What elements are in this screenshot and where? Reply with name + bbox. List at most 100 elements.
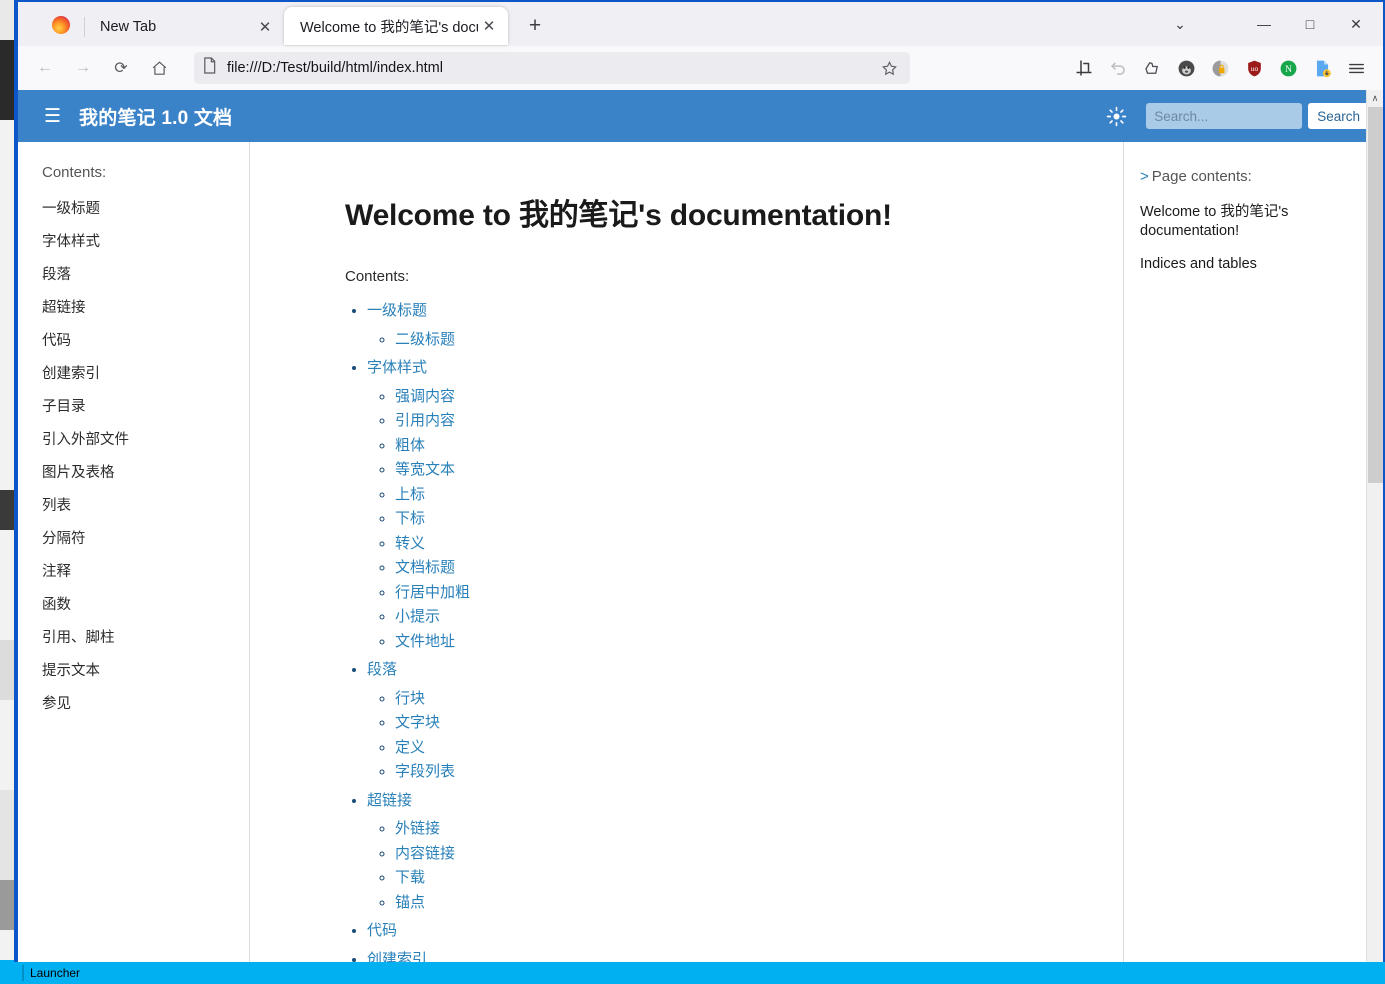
page-scrollbar[interactable]: ∧	[1366, 90, 1383, 965]
notion-icon[interactable]: N	[1271, 52, 1305, 84]
ublock-origin-icon[interactable]: uo	[1237, 52, 1271, 84]
toc-subitem: 下载	[395, 866, 1093, 891]
tab-label: New Tab	[100, 19, 157, 35]
toc-subitem: 下标	[395, 507, 1093, 532]
toc-subitem: 外链接	[395, 817, 1093, 842]
search-input[interactable]	[1146, 103, 1303, 129]
toc-link[interactable]: 段落	[367, 661, 397, 678]
svg-text:uo: uo	[1250, 65, 1258, 72]
reload-button[interactable]: ⟳	[104, 52, 138, 84]
sidebar-item-link[interactable]: 超链接	[42, 300, 86, 316]
page-contents-item: Welcome to 我的笔记's documentation!	[1140, 203, 1365, 241]
screenshot-crop-icon[interactable]	[1067, 52, 1101, 84]
sidebar-item-link[interactable]: 注释	[42, 564, 71, 580]
toc-sublink[interactable]: 文档标题	[395, 559, 455, 576]
toc-sublink[interactable]: 等宽文本	[395, 461, 455, 478]
sidebar-item-link[interactable]: 函数	[42, 597, 71, 613]
toc-subitem: 锚点	[395, 891, 1093, 916]
toc-link[interactable]: 超链接	[367, 792, 412, 809]
sun-theme-toggle-icon[interactable]	[1102, 102, 1130, 130]
sidebar-item: 引用、脚柱	[42, 626, 249, 647]
search-button[interactable]: Search	[1308, 103, 1369, 129]
new-tab-button[interactable]: +	[520, 11, 550, 41]
toc-sublink[interactable]: 字段列表	[395, 763, 455, 780]
toc-link[interactable]: 代码	[367, 922, 397, 939]
sidebar-item-link[interactable]: 分隔符	[42, 531, 86, 547]
sidebar-item-link[interactable]: 提示文本	[42, 663, 100, 679]
sidebar-item: 超链接	[42, 296, 249, 317]
toc-sublink[interactable]: 下标	[395, 510, 425, 527]
close-window-button[interactable]: ✕	[1333, 4, 1379, 44]
sidebar-item-link[interactable]: 创建索引	[42, 366, 100, 382]
gorilla-icon[interactable]	[1169, 52, 1203, 84]
sidebar-item-link[interactable]: 引入外部文件	[42, 432, 129, 448]
toc-sublink[interactable]: 内容链接	[395, 845, 455, 862]
toc-link[interactable]: 一级标题	[367, 302, 427, 319]
right-sidebar-caption: > Page contents:	[1140, 168, 1365, 185]
pocket-save-icon[interactable]	[1135, 52, 1169, 84]
toc-subitem: 上标	[395, 483, 1093, 508]
toc-sublink[interactable]: 强调内容	[395, 388, 455, 405]
toc-subitem: 粗体	[395, 434, 1093, 459]
page-contents-link[interactable]: Welcome to 我的笔记's documentation!	[1140, 203, 1365, 241]
maximize-button[interactable]: □	[1287, 4, 1333, 44]
minimize-button[interactable]: —	[1241, 4, 1287, 44]
address-bar[interactable]: file:///D:/Test/build/html/index.html	[194, 52, 910, 84]
taskbar-launcher-label[interactable]: Launcher	[30, 966, 80, 980]
sidebar-item-link[interactable]: 参见	[42, 696, 71, 712]
page-contents-link[interactable]: Indices and tables	[1140, 255, 1365, 274]
toc-sublink[interactable]: 定义	[395, 739, 425, 756]
toc-sublink[interactable]: 行居中加粗	[395, 584, 470, 601]
sidebar-item-link[interactable]: 引用、脚柱	[42, 630, 115, 646]
sidebar-item-link[interactable]: 一级标题	[42, 201, 100, 217]
toc-sublink[interactable]: 粗体	[395, 437, 425, 454]
sidebar-item-link[interactable]: 代码	[42, 333, 71, 349]
toc-link[interactable]: 字体样式	[367, 359, 427, 376]
main-content: Welcome to 我的笔记's documentation! Content…	[250, 142, 1123, 965]
toc-sublink[interactable]: 转义	[395, 535, 425, 552]
hamburger-menu-icon[interactable]: ☰	[44, 107, 61, 126]
scrollbar-thumb[interactable]	[1368, 107, 1383, 483]
download-file-icon[interactable]	[1305, 52, 1339, 84]
page-contents-item: Indices and tables	[1140, 255, 1365, 274]
sidebar-item: 段落	[42, 263, 249, 284]
back-button[interactable]: ←	[28, 52, 62, 84]
toc-sublink[interactable]: 文件地址	[395, 633, 455, 650]
sidebar-item-link[interactable]: 段落	[42, 267, 71, 283]
tab-close-icon[interactable]: ✕	[254, 16, 276, 38]
browser-tab-welcome-docs[interactable]: Welcome to 我的笔记's document ✕	[284, 7, 508, 45]
svg-text:N: N	[1285, 65, 1292, 75]
app-menu-icon[interactable]	[1339, 52, 1373, 84]
firefox-logo-icon	[52, 16, 70, 34]
home-button[interactable]	[142, 52, 176, 84]
toc-sublink[interactable]: 文字块	[395, 714, 440, 731]
browser-tab-new-tab[interactable]: New Tab ✕	[84, 8, 284, 46]
toc-sublist: 强调内容引用内容粗体等宽文本上标下标转义文档标题行居中加粗小提示文件地址	[367, 385, 1093, 655]
toc-sublink[interactable]: 锚点	[395, 894, 425, 911]
toc-sublist: 行块文字块定义字段列表	[367, 687, 1093, 785]
toc-sublink[interactable]: 行块	[395, 690, 425, 707]
tab-strip: New Tab ✕ Welcome to 我的笔记's document ✕ +…	[18, 2, 1383, 46]
left-sidebar-list: 一级标题字体样式段落超链接代码创建索引子目录引入外部文件 图片及表格列表分隔符注释…	[42, 197, 249, 713]
sidebar-item-link[interactable]: 图片及表格	[42, 465, 115, 481]
window-controls: ⌄ — □ ✕	[1157, 2, 1379, 46]
toc-sublink[interactable]: 上标	[395, 486, 425, 503]
toc-sublink[interactable]: 引用内容	[395, 412, 455, 429]
toc-sublink[interactable]: 外链接	[395, 820, 440, 837]
sidebar-item-link[interactable]: 子目录	[42, 399, 86, 415]
toc-subitem: 转义	[395, 532, 1093, 557]
toc-sublink[interactable]: 二级标题	[395, 331, 455, 348]
privacy-badger-icon[interactable]	[1203, 52, 1237, 84]
site-title: 我的笔记 1.0 文档	[79, 107, 233, 129]
tab-close-icon[interactable]: ✕	[478, 15, 500, 37]
sidebar-item-link[interactable]: 列表	[42, 498, 71, 514]
bookmark-star-icon[interactable]	[876, 55, 902, 81]
toc-sublink[interactable]: 下载	[395, 869, 425, 886]
list-all-tabs-icon[interactable]: ⌄	[1157, 4, 1203, 44]
toc-subitem: 强调内容	[395, 385, 1093, 410]
sidebar-item-link[interactable]: 字体样式	[42, 234, 100, 250]
toc-subitem: 行居中加粗	[395, 581, 1093, 606]
undo-arrow-icon[interactable]	[1101, 52, 1135, 84]
toc-sublink[interactable]: 小提示	[395, 608, 440, 625]
forward-button[interactable]: →	[66, 52, 100, 84]
